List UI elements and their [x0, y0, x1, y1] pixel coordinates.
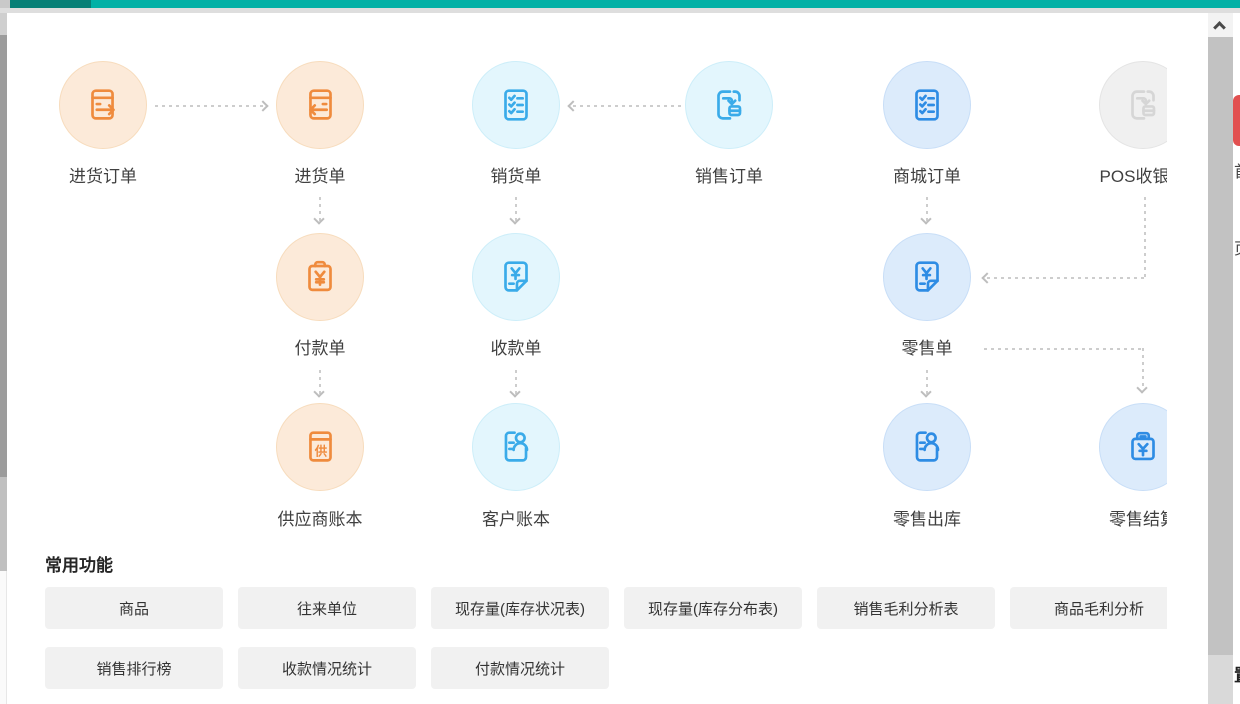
- left-edge-strip-bottom: [0, 571, 7, 704]
- button-goods-margin-report[interactable]: 商品毛利分析: [1010, 587, 1167, 629]
- edge-text-fragment: 置: [1234, 661, 1240, 686]
- top-bar-corner: [0, 0, 10, 8]
- scrollbar-thumb[interactable]: [1208, 37, 1233, 655]
- flow-node-label: 进货单: [240, 166, 400, 188]
- page-person-icon: [883, 403, 971, 491]
- left-scroll-strip: [0, 35, 7, 477]
- arrowhead-down: [313, 386, 324, 397]
- svg-text:供: 供: [314, 444, 328, 459]
- flow-node-label: 付款单: [240, 338, 400, 360]
- arrowhead-down: [920, 213, 931, 224]
- flow-node-label: 零售单: [847, 338, 1007, 360]
- transfer-icon: [1099, 61, 1167, 149]
- transfer-icon: [685, 61, 773, 149]
- top-accent-bar-dark-segment: [10, 0, 91, 8]
- checklist-icon: [883, 61, 971, 149]
- page-yen-icon: [883, 233, 971, 321]
- checklist-icon: [472, 61, 560, 149]
- arrowhead-down: [313, 213, 324, 224]
- scrollbar-up-button[interactable]: [1208, 13, 1233, 39]
- common-functions-title: 常用功能: [45, 551, 113, 576]
- arrow-pos-to-retail-order: [987, 277, 1145, 279]
- scrollbar-track[interactable]: [1208, 655, 1233, 704]
- arrowhead-right: [257, 100, 268, 111]
- arrowhead-left: [981, 272, 992, 283]
- button-sales-margin-report[interactable]: 销售毛利分析表: [817, 587, 995, 629]
- erp-flow-page: 进货订单 进货单 销货单 销售订单 商城订单: [0, 0, 1240, 704]
- edge-red-badge[interactable]: [1233, 95, 1240, 146]
- clipboard-yen-icon: [276, 233, 364, 321]
- common-buttons-row-1: 商品 往来单位 现存量(库存状况表) 现存量(库存分布表) 销售毛利分析表 商品…: [45, 587, 1167, 629]
- button-partners[interactable]: 往来单位: [238, 587, 416, 629]
- flow-node-label: 销货单: [436, 166, 596, 188]
- chevron-up-icon: [1213, 21, 1226, 34]
- flowchart-area: 进货订单 进货单 销货单 销售订单 商城订单: [7, 13, 1167, 704]
- flow-node-label: POS收银台: [1063, 166, 1167, 188]
- button-stock-distribution[interactable]: 现存量(库存分布表): [624, 587, 802, 629]
- arrowhead-down: [509, 386, 520, 397]
- arrow-purchase-order-to-receipt: [155, 105, 265, 107]
- right-edge-sliver: 首 页 置: [1233, 13, 1240, 704]
- arrowhead-down: [509, 213, 520, 224]
- flow-node-label: 收款单: [436, 338, 596, 360]
- arrowhead-down: [1136, 382, 1147, 393]
- flow-node-label: 进货订单: [23, 166, 183, 188]
- arrowhead-down: [920, 386, 931, 397]
- button-receipt-stats[interactable]: 收款情况统计: [238, 647, 416, 689]
- page-person-icon: [472, 403, 560, 491]
- common-buttons-row-2: 销售排行榜 收款情况统计 付款情况统计: [45, 647, 609, 689]
- register-yen-icon: [1099, 403, 1167, 491]
- page-yen-icon: [472, 233, 560, 321]
- arrow-retail-to-settlement-segment: [984, 348, 1144, 350]
- flow-node-label: 销售订单: [649, 166, 809, 188]
- arrowhead-left: [567, 100, 578, 111]
- button-payment-stats[interactable]: 付款情况统计: [431, 647, 609, 689]
- button-stock-status[interactable]: 现存量(库存状况表): [431, 587, 609, 629]
- flow-node-label: 零售出库: [847, 509, 1007, 531]
- flow-node-label: 商城订单: [847, 166, 1007, 188]
- flow-node-label: 客户账本: [436, 509, 596, 531]
- left-scroll-strip-light: [0, 477, 7, 571]
- vertical-scrollbar: [1208, 13, 1233, 704]
- doc-arrow-left-icon: [276, 61, 364, 149]
- flow-node-label: 零售结算: [1063, 509, 1167, 531]
- top-accent-bar: [0, 0, 1240, 8]
- edge-text-fragment: 首: [1234, 158, 1240, 182]
- supplier-ledger-icon: 供: [276, 403, 364, 491]
- left-edge-strip: [0, 13, 7, 35]
- doc-arrow-right-icon: [59, 61, 147, 149]
- flow-node-label: 供应商账本: [240, 509, 400, 531]
- button-sales-ranking[interactable]: 销售排行榜: [45, 647, 223, 689]
- arrow-pos-down-segment: [1144, 197, 1146, 279]
- button-goods[interactable]: 商品: [45, 587, 223, 629]
- arrow-sales-order-to-sales-receipt: [573, 105, 683, 107]
- edge-text-fragment: 页: [1234, 235, 1240, 259]
